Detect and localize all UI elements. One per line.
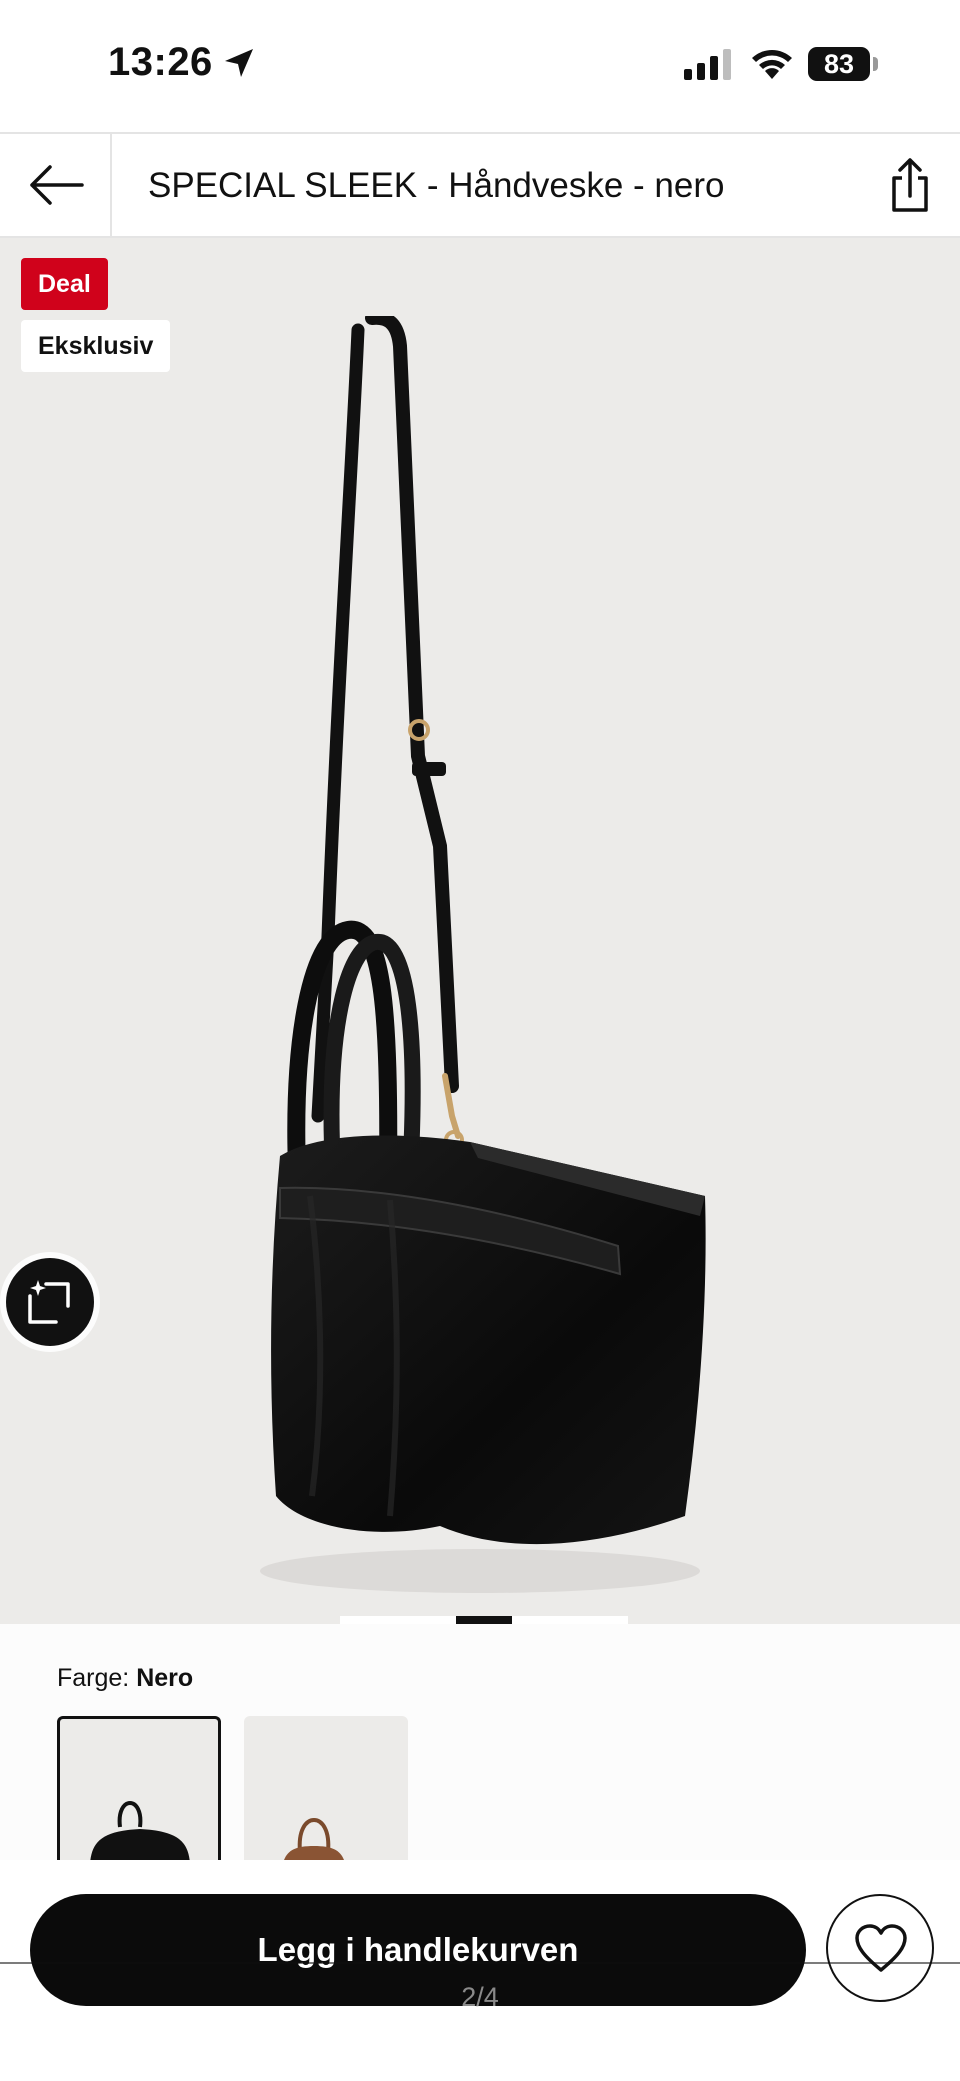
back-button[interactable]	[0, 134, 112, 236]
color-selector: Farge: Nero	[0, 1624, 960, 1860]
product-gallery[interactable]: Deal Eksklusiv	[0, 238, 960, 1624]
swatch-thumbnail-brown-bag	[284, 1817, 344, 1860]
color-label: Farge: Nero	[57, 1664, 193, 1693]
status-bar: 13:26 83	[0, 0, 960, 132]
gallery-page-indicator: 2/4	[461, 1982, 499, 2012]
swatch-thumbnail-black-bag	[90, 1800, 190, 1860]
selected-color-name: Nero	[136, 1664, 194, 1692]
battery-level: 83	[808, 47, 870, 81]
location-arrow-icon	[225, 49, 253, 77]
arrow-left-icon	[30, 165, 84, 205]
heart-icon	[855, 1924, 907, 1972]
product-image	[260, 316, 706, 1593]
nav-bar: SPECIAL SLEEK - Håndveske - nero	[0, 132, 960, 238]
battery-cap	[873, 57, 878, 71]
color-swatch-brown[interactable]	[244, 1716, 408, 1860]
page-title: SPECIAL SLEEK - Håndveske - nero	[148, 166, 725, 205]
deal-badge: Deal	[21, 258, 108, 310]
visual-search-button[interactable]	[6, 1258, 94, 1346]
wifi-icon	[752, 50, 792, 79]
color-label-prefix: Farge:	[57, 1664, 130, 1692]
share-icon[interactable]	[880, 156, 940, 216]
battery-indicator: 83	[808, 47, 878, 81]
status-time: 13:26	[108, 40, 213, 84]
gallery-pager-active	[456, 1616, 512, 1624]
overlay-divider	[0, 1962, 960, 1964]
exclusive-badge: Eksklusiv	[21, 320, 171, 372]
sparkle-frame-icon	[28, 1280, 70, 1324]
bottom-action-bar: Legg i handlekurven 2/4	[0, 1860, 960, 2081]
cellular-signal-icon	[684, 49, 731, 80]
color-swatch-nero[interactable]	[57, 1716, 221, 1860]
